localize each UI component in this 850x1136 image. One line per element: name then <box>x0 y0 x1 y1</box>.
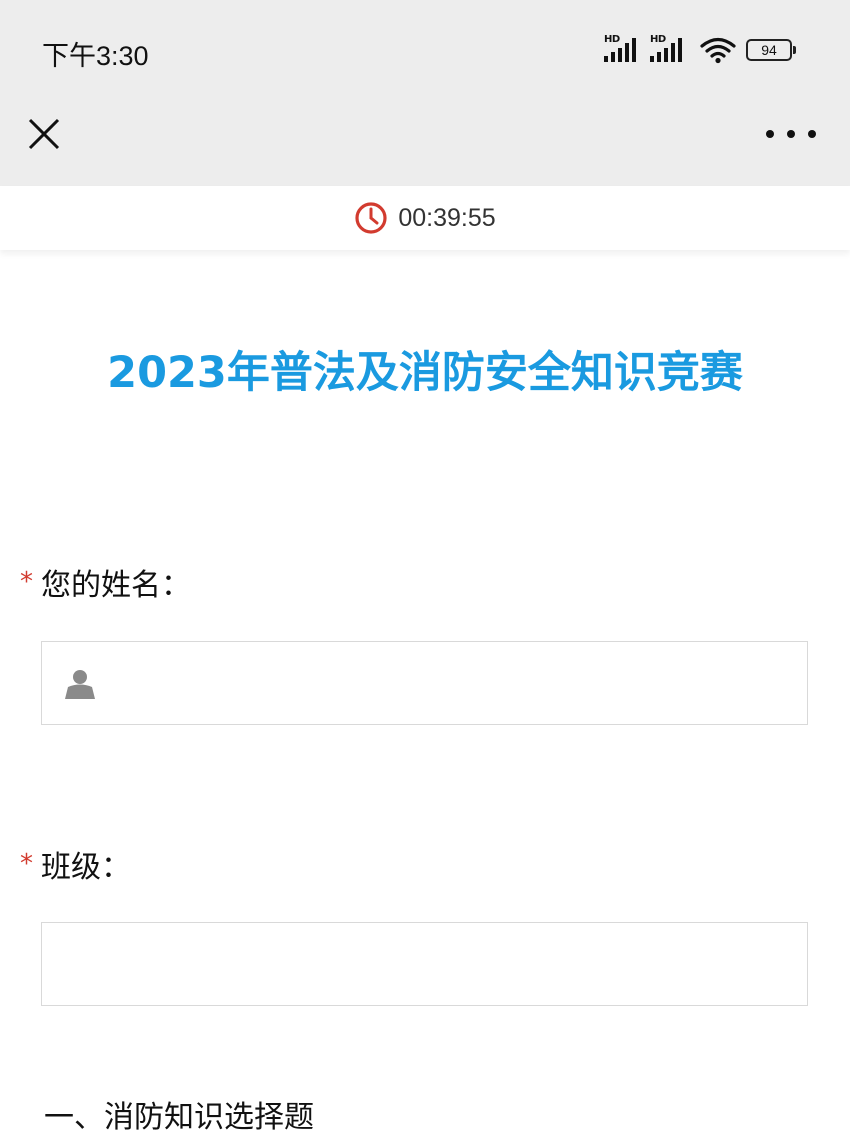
name-input[interactable] <box>42 642 807 724</box>
required-marker: * <box>20 567 33 597</box>
page-title: 2023年普法及消防安全知识竞赛 <box>107 348 743 398</box>
signal-hd-label: HD <box>604 34 620 45</box>
name-label-text: 您的姓名： <box>41 568 191 603</box>
status-bar: 下午3:30 HD HD 94 <box>0 0 850 100</box>
close-icon[interactable] <box>24 114 64 154</box>
status-indicators: HD HD 94 <box>604 34 796 64</box>
battery-icon: 94 <box>746 39 796 61</box>
section-title: 一、消防知识选择题 <box>44 1100 314 1135</box>
class-question-label: * 班级： <box>20 842 131 886</box>
signal-hd-label: HD <box>650 34 666 45</box>
name-field[interactable] <box>41 641 808 725</box>
class-label-text: 班级： <box>41 850 131 885</box>
countdown-timer: 00:39:55 <box>0 186 850 250</box>
signal-icon: HD <box>604 34 644 64</box>
nav-bar <box>0 100 850 186</box>
name-question-label: * 您的姓名： <box>20 560 191 604</box>
class-input[interactable] <box>42 923 807 1005</box>
status-time: 下午3:30 <box>42 41 149 71</box>
wifi-icon <box>700 37 736 64</box>
signal-icon: HD <box>650 34 690 64</box>
class-field[interactable] <box>41 922 808 1006</box>
more-dots-icon[interactable] <box>766 122 816 146</box>
battery-level: 94 <box>761 42 777 58</box>
timer-value: 00:39:55 <box>398 203 496 232</box>
clock-icon <box>355 202 387 234</box>
required-marker: * <box>20 849 33 879</box>
